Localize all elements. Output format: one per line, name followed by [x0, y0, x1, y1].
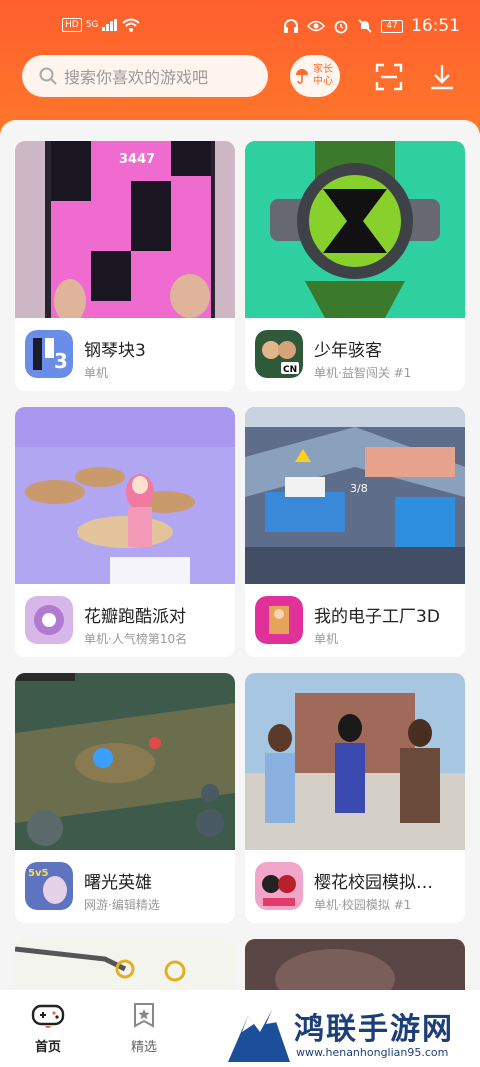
- game-thumbnail: 3447: [15, 141, 235, 318]
- game-card[interactable]: 花瓣跑酷派对 单机·人气榜第10名: [15, 407, 235, 657]
- game-card[interactable]: [245, 939, 465, 990]
- mute-bell-icon: [358, 19, 372, 33]
- game-name: 钢琴块3: [84, 341, 146, 361]
- game-thumbnail: [15, 939, 235, 990]
- watermark-url: www.henanhonglian95.com: [296, 1046, 449, 1059]
- game-name: 少年骇客: [314, 341, 382, 361]
- gamepad-icon: [31, 1004, 65, 1030]
- game-tags: 单机: [84, 366, 109, 380]
- factory-app-icon: [255, 596, 303, 644]
- game-name: 花瓣跑酷派对: [84, 607, 186, 627]
- game-tags: 网游·编辑精选: [84, 898, 160, 912]
- game-name: 曙光英雄: [84, 873, 152, 893]
- status-time: 16:51: [411, 16, 460, 36]
- game-info: 我的电子工厂3D 单机: [245, 584, 465, 657]
- game-card[interactable]: [15, 939, 235, 990]
- headphones-icon: [284, 19, 298, 33]
- game-tags: 单机·人气榜第10名: [84, 632, 188, 646]
- game-tags: 单机: [314, 632, 339, 646]
- status-left: HD 5G: [62, 18, 141, 32]
- game-tags: 单机·益智闯关 #1: [314, 366, 412, 380]
- progress-counter: 3/8: [350, 482, 368, 495]
- game-info: 花瓣跑酷派对 单机·人气榜第10名: [15, 584, 235, 657]
- nav-home[interactable]: 首页: [18, 1002, 78, 1055]
- game-feed[interactable]: 3447 3 钢琴块3 单机 CN 少年骇客 单机·益智闯关 #1 花瓣跑酷派对…: [0, 120, 480, 990]
- search-icon: [39, 67, 57, 85]
- wifi-icon: [122, 18, 141, 32]
- game-card[interactable]: CN 少年骇客 单机·益智闯关 #1: [245, 141, 465, 391]
- status-right: 47 16:51: [283, 16, 460, 36]
- watermark-title: 鸿联手游网: [294, 1012, 454, 1047]
- game-card[interactable]: 3447 3 钢琴块3 单机: [15, 141, 235, 391]
- watermark: 鸿联手游网 www.henanhonglian95.com: [222, 998, 480, 1067]
- game-name: 我的电子工厂3D: [314, 607, 440, 627]
- game-info: 3 钢琴块3 单机: [15, 318, 235, 391]
- game-thumbnail: 3/8: [245, 407, 465, 584]
- nav-featured-label: 精选: [130, 1040, 157, 1055]
- search-placeholder: 搜索你喜欢的游戏吧: [64, 68, 209, 87]
- parent-center-button[interactable]: 家长中心: [290, 55, 340, 97]
- parent-center-label: 家长中心: [313, 64, 333, 87]
- game-name: 樱花校园模拟…: [314, 873, 433, 893]
- watermark-logo-icon: [228, 1010, 290, 1062]
- dawn-heroes-app-icon: 5v5: [25, 862, 73, 910]
- download-button[interactable]: [425, 60, 459, 94]
- game-info: CN 少年骇客 单机·益智闯关 #1: [245, 318, 465, 391]
- game-thumbnail: [245, 939, 465, 990]
- nav-home-label: 首页: [34, 1040, 61, 1055]
- nav-featured[interactable]: 精选: [114, 1002, 174, 1055]
- battery-icon: 47: [381, 19, 403, 33]
- game-tags: 单机·校园模拟 #1: [314, 898, 412, 912]
- status-bar: HD 5G 47 16:51: [0, 0, 480, 44]
- search-input[interactable]: 搜索你喜欢的游戏吧: [22, 55, 268, 97]
- game-info: 樱花校园模拟… 单机·校园模拟 #1: [245, 850, 465, 923]
- game-card[interactable]: 樱花校园模拟… 单机·校园模拟 #1: [245, 673, 465, 923]
- game-card[interactable]: 5v5 曙光英雄 网游·编辑精选: [15, 673, 235, 923]
- umbrella-icon: [296, 69, 308, 84]
- app-icon-logo: CN: [283, 365, 297, 375]
- eye-icon: [307, 20, 325, 32]
- game-thumbnail: [245, 673, 465, 850]
- signal-icon: [102, 19, 118, 31]
- game-info: 5v5 曙光英雄 网游·编辑精选: [15, 850, 235, 923]
- hd-badge: HD: [62, 18, 82, 32]
- game-card[interactable]: 3/8 我的电子工厂3D 单机: [245, 407, 465, 657]
- app-icon-number: 3: [54, 349, 68, 373]
- ben10-app-icon: CN: [255, 330, 303, 378]
- star-bookmark-icon: [134, 1003, 154, 1028]
- scan-icon: [375, 63, 403, 91]
- piano-tiles-app-icon: 3: [25, 330, 73, 378]
- scan-button[interactable]: [372, 60, 406, 94]
- petal-run-app-icon: [25, 596, 73, 644]
- score-text: 3447: [119, 152, 155, 167]
- sakura-school-app-icon: [255, 862, 303, 910]
- game-thumbnail: [15, 673, 235, 850]
- alarm-icon: [334, 20, 348, 34]
- game-thumbnail: [15, 407, 235, 584]
- network-type: 5G: [85, 20, 99, 30]
- app-icon-label: 5v5: [28, 868, 48, 879]
- download-icon: [431, 65, 453, 90]
- game-thumbnail: [245, 141, 465, 318]
